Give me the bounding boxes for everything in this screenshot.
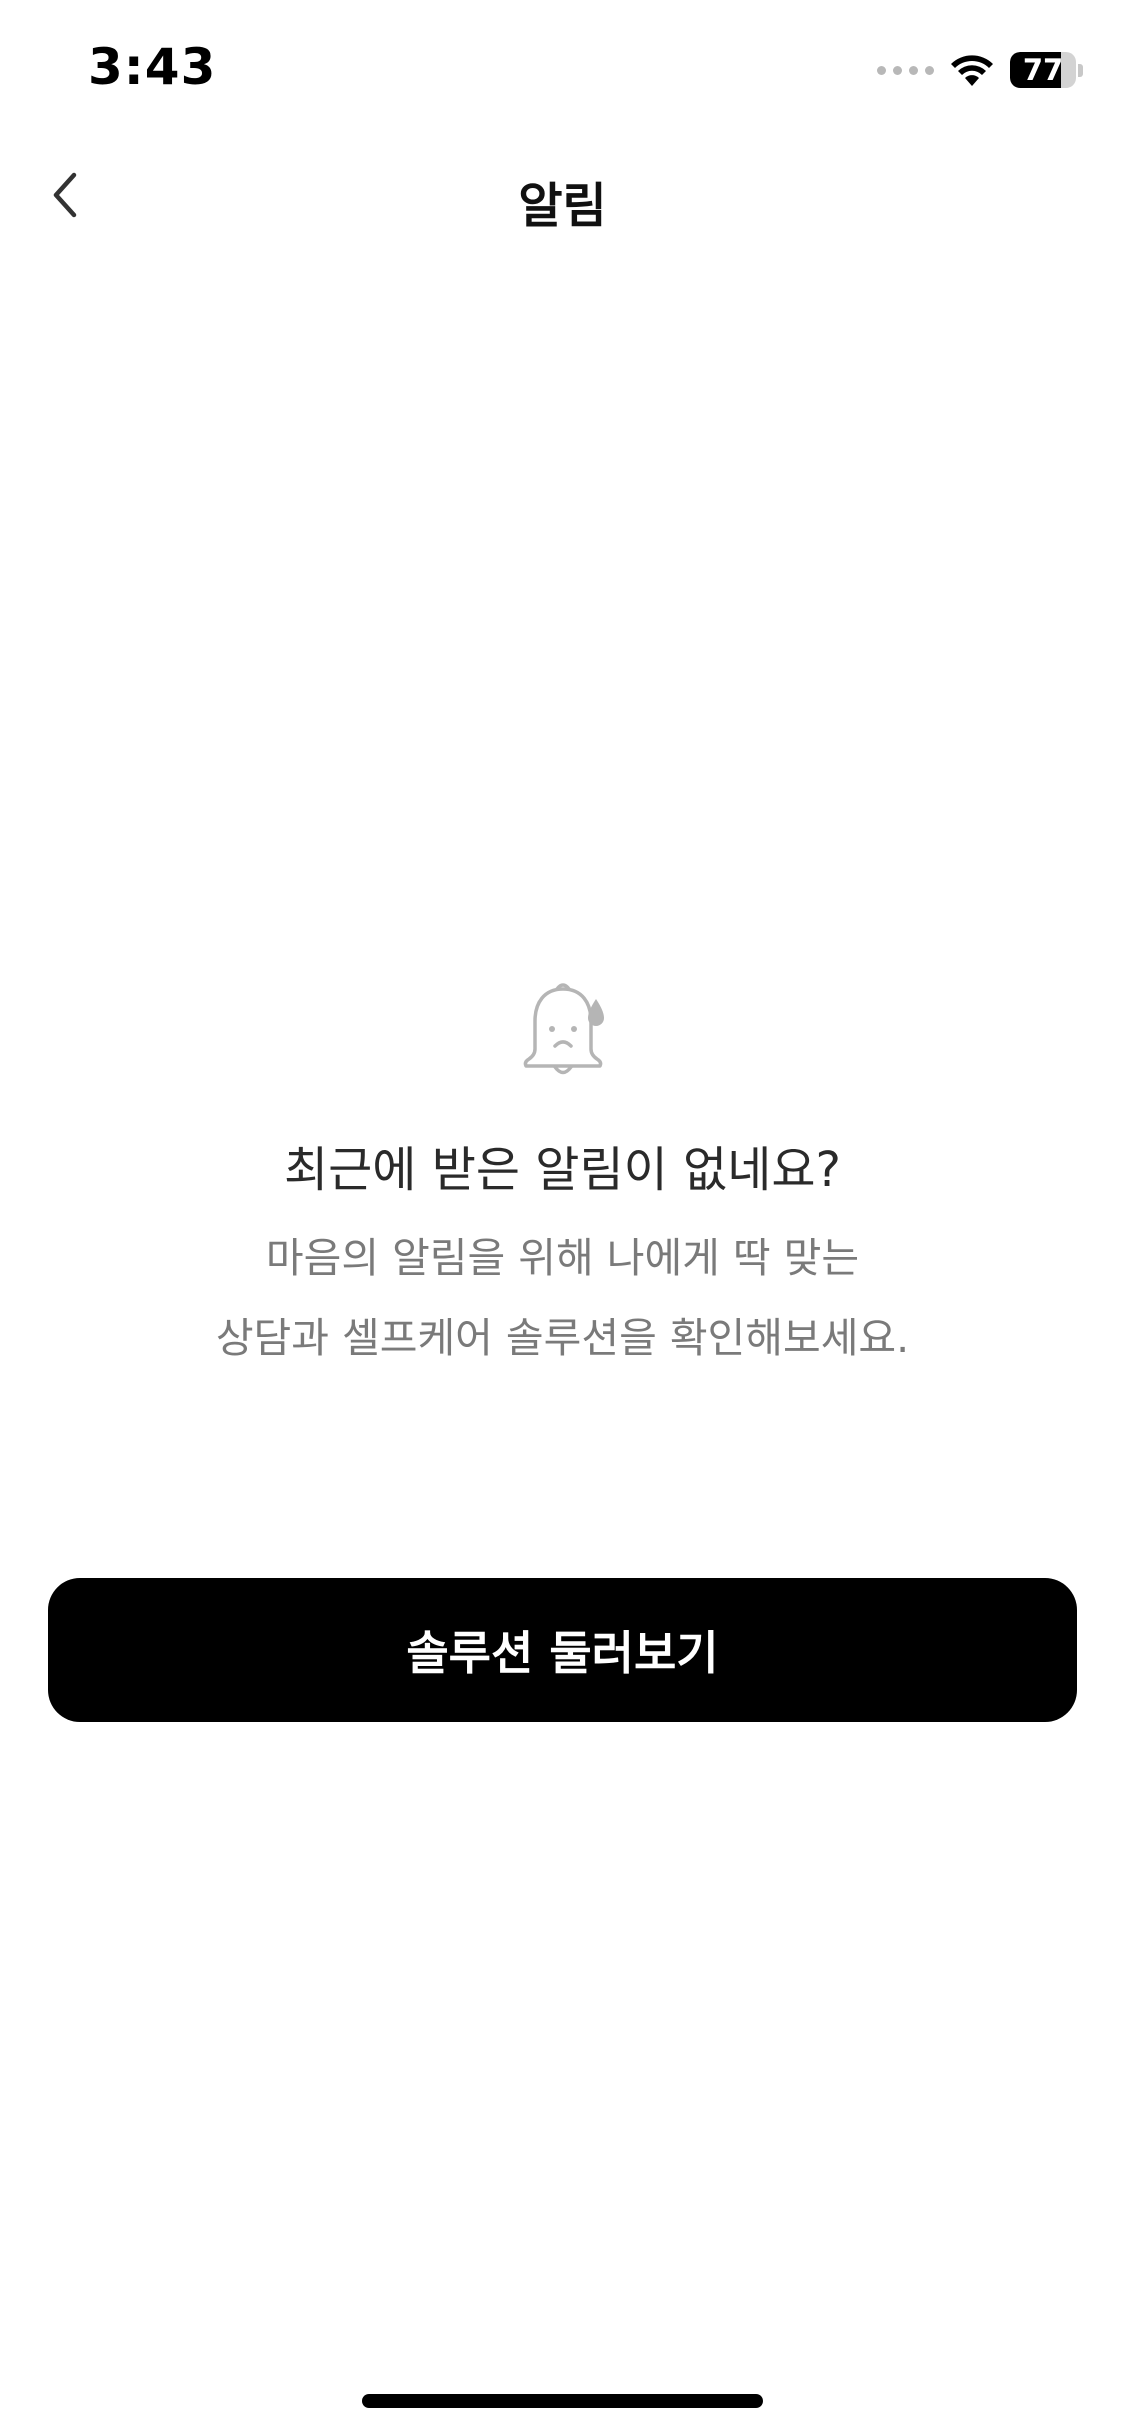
status-bar: 3:43 77 [0, 0, 1125, 140]
home-indicator[interactable] [362, 2394, 763, 2408]
description-line-1: 마음의 알림을 위해 나에게 딱 맞는 [265, 1234, 860, 1282]
status-time: 3:43 [88, 38, 217, 96]
page-title: 알림 [518, 178, 607, 234]
status-indicators: 77 [877, 48, 1083, 92]
navigation-bar: 알림 [0, 140, 1125, 250]
browse-solutions-label: 솔루션 둘러보기 [406, 1626, 719, 1680]
battery-icon: 77 [1010, 52, 1083, 88]
empty-state-description: 마음의 알림을 위해 나에게 딱 맞는 상담과 셀프케어 솔루션을 확인해보세요… [0, 1218, 1125, 1378]
description-line-2: 상담과 셀프케어 솔루션을 확인해보세요. [215, 1314, 910, 1362]
wifi-icon [948, 52, 996, 88]
cellular-signal-icon [877, 65, 934, 75]
sad-bell-icon [523, 983, 604, 1075]
browse-solutions-button[interactable]: 솔루션 둘러보기 [48, 1578, 1077, 1722]
battery-level: 77 [1022, 53, 1064, 87]
empty-state: 최근에 받은 알림이 없네요? 마음의 알림을 위해 나에게 딱 맞는 상담과 … [0, 975, 1125, 1378]
empty-state-title: 최근에 받은 알림이 없네요? [283, 1142, 841, 1198]
